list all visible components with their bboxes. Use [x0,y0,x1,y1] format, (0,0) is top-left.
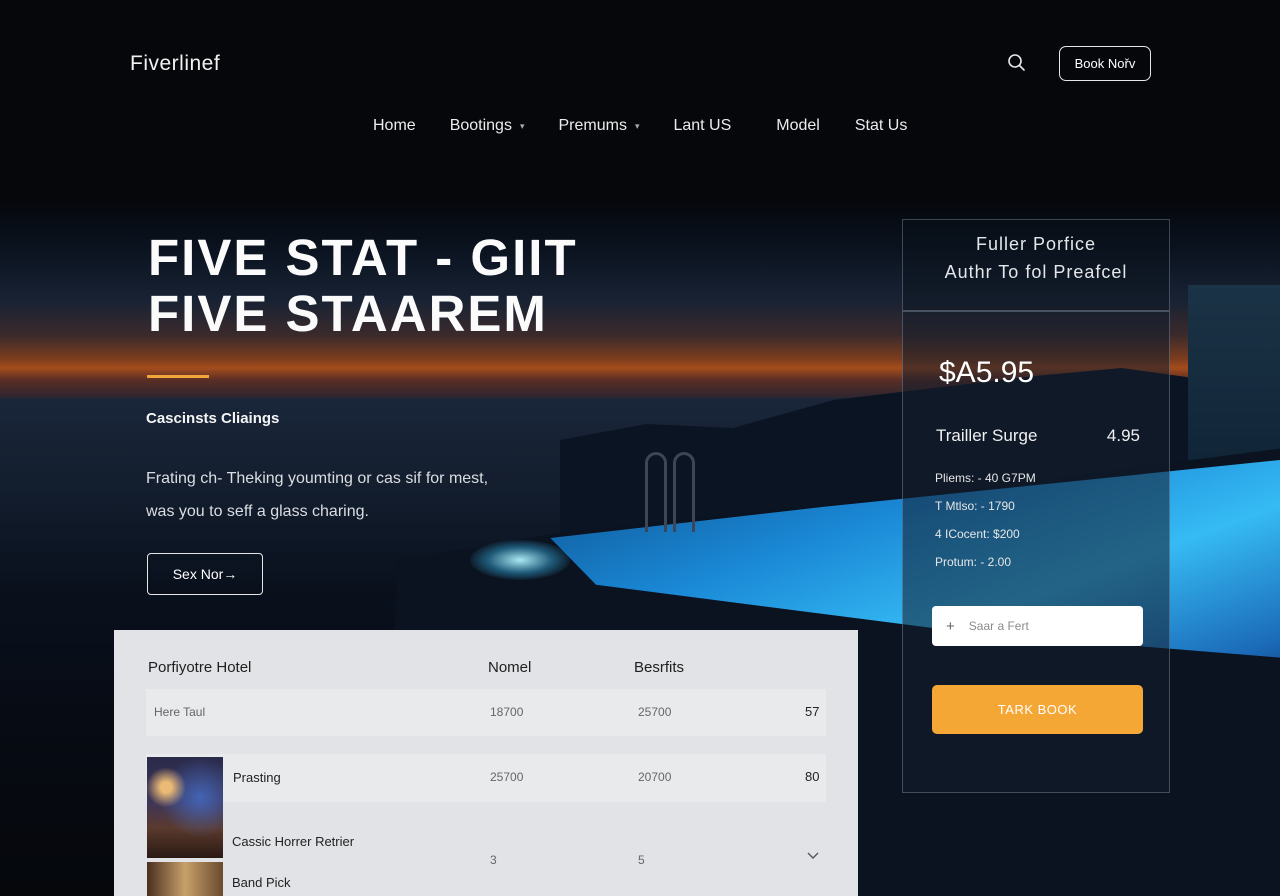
nav-item-lant-us[interactable]: Lant US [673,117,731,135]
nav-item-label: Lant US [673,117,732,134]
table-cell: 20700 [638,770,672,784]
main-nav: Home Bootings ▾ Premums ▾ Lant US Model … [373,117,907,135]
hero-description-line: was you to seff a glass charing. [146,503,369,520]
table-header-benefits: Besrfits [634,659,685,676]
hotel-table-card: Porfiyotre Hotel Nomel Besrfits Here Tau… [114,630,858,896]
table-cell-name: Prasting [233,770,281,785]
nav-item-home[interactable]: Home [373,117,416,135]
plus-icon: + [946,617,955,635]
chevron-down-icon: ▾ [634,120,640,131]
pricing-header-line: Fuller Porfice [975,234,1097,254]
table-cell: 57 [805,704,820,719]
table-header-nomel: Nomel [488,659,532,676]
promo-field[interactable]: + [932,606,1143,646]
price-row-value: 4.95 [1106,426,1140,445]
hotel-room-image [147,757,223,858]
nav-item-label: Home [373,117,416,134]
nav-item-label: Stat Us [854,117,908,134]
table-row[interactable]: Prasting 25700 20700 80 [146,754,826,802]
pool-ladder-rail [673,452,695,532]
hero-title: FIVE STAT - GIIT FIVE STAAREM [148,230,708,342]
nav-item-label: Model [776,117,820,134]
hotel-room-image [147,862,223,896]
hero-description-line: Frating ch- Theking youmting or cas sif … [146,470,489,487]
site-logo[interactable]: Fiverlinef [130,52,220,76]
table-cell: 25700 [490,770,524,784]
nav-item-model[interactable]: Model [776,117,820,135]
table-cell: 3 [490,853,497,867]
nav-item-label: Bootings [449,117,512,134]
price-detail-line: 4 ICocent: $200 [935,527,1020,541]
promo-input[interactable] [968,619,1119,633]
price-detail-line: Protum: - 2.00 [935,555,1012,569]
table-cell-name: Here Taul [154,705,206,719]
nav-item-label: Premums [558,117,627,134]
chevron-down-icon: ▾ [519,120,525,131]
table-cell: 80 [805,769,820,784]
nav-item-premiums[interactable]: Premums ▾ [558,117,639,135]
accent-divider [147,375,209,378]
hero-title-line: FIVE STAT - GIIT [148,229,578,286]
price-row-label: Trailler Surge [936,426,1038,445]
price: $A5.95 [939,356,1035,389]
chevron-down-icon[interactable] [807,852,819,860]
table-cell: 25700 [638,705,672,719]
hero-subtitle: Cascinsts Cliaings [146,410,280,427]
pricing-header: Fuller Porfice Authr To fol Preafcel [902,219,1170,311]
pricing-header-line: Authr To fol Preafcel [944,262,1128,282]
book-cta-button[interactable]: TARK BOOK [932,685,1143,734]
table-header-hotel: Porfiyotre Hotel [148,659,252,676]
price-details: Pliems: - 40 G7PM T Mtlso: - 1790 4 ICoc… [935,470,1036,582]
table-cell: 18700 [490,705,524,719]
nav-item-stat-us[interactable]: Stat Us [855,117,907,135]
hero-description: Frating ch- Theking youmting or cas sif … [146,462,586,528]
table-cell-name[interactable]: Band Pick [232,875,291,890]
pricing-panel: $A5.95 Trailler Surge 4.95 Pliems: - 40 … [902,311,1170,793]
price-detail-line: Pliems: - 40 G7PM [935,471,1036,485]
nav-item-bookings[interactable]: Bootings ▾ [450,117,525,135]
search-icon[interactable] [1006,52,1028,74]
book-now-button[interactable]: Book Nořv [1059,46,1151,81]
pool-light [470,540,570,580]
price-row: Trailler Surge 4.95 [936,426,1140,446]
table-row[interactable]: Here Taul 18700 25700 57 [146,689,826,736]
pool-ladder-rail [645,452,667,532]
see-now-button[interactable]: Sex Nor→ [147,553,263,595]
table-cell: 5 [638,853,645,867]
table-cell-name[interactable]: Cassic Horrer Retrier [232,834,354,849]
price-detail-line: T Mtlso: - 1790 [935,499,1015,513]
hero-title-line: FIVE STAAREM [148,285,548,342]
